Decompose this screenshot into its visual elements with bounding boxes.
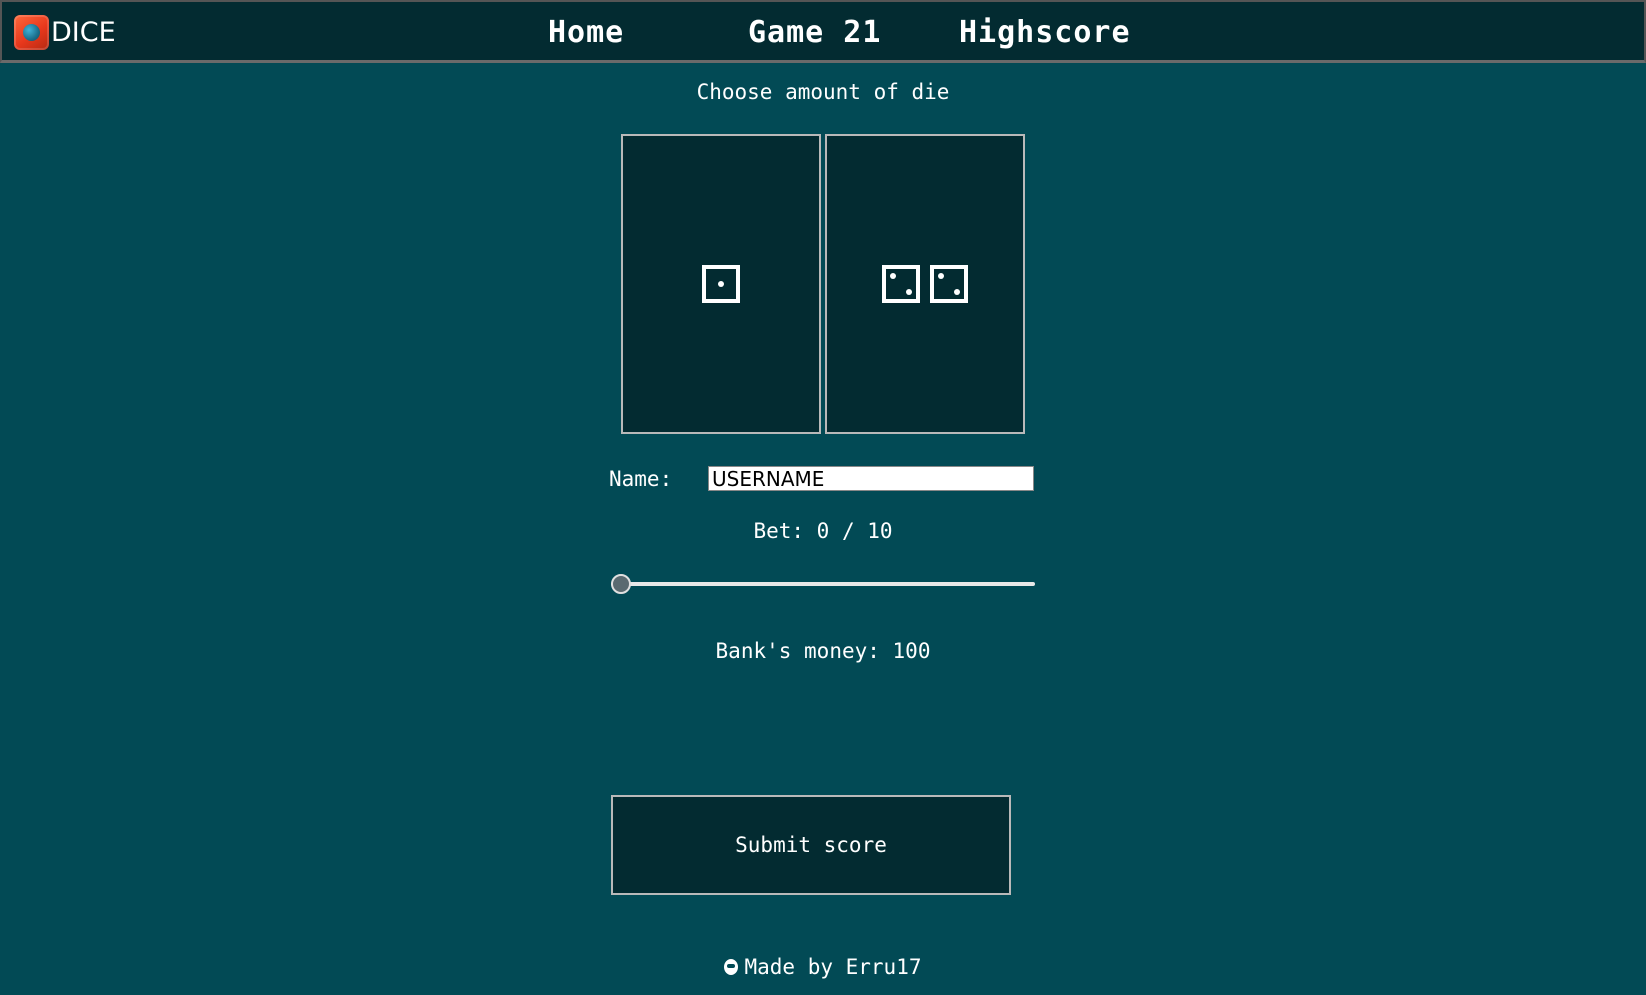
dice-logo-icon bbox=[14, 14, 49, 50]
die-pip bbox=[954, 289, 960, 295]
bet-slider-thumb[interactable] bbox=[611, 574, 631, 594]
page-heading: Choose amount of die bbox=[696, 80, 950, 104]
one-die-option[interactable] bbox=[621, 134, 821, 434]
top-navbar: DICE Home Game 21 Highscore bbox=[0, 0, 1646, 63]
nav-link-home[interactable]: Home bbox=[548, 15, 624, 50]
die-two-icon bbox=[930, 265, 968, 303]
bet-readout: Bet: 0 / 10 bbox=[753, 519, 893, 543]
brand[interactable]: DICE bbox=[14, 14, 116, 50]
die-pip bbox=[906, 289, 912, 295]
submit-score-button[interactable]: Submit score bbox=[611, 795, 1011, 895]
name-input[interactable] bbox=[708, 466, 1034, 491]
name-label: Name: bbox=[609, 466, 673, 491]
logo-pip bbox=[23, 23, 40, 41]
bet-slider[interactable] bbox=[611, 573, 1035, 595]
die-two-icon bbox=[882, 265, 920, 303]
github-icon[interactable] bbox=[724, 959, 739, 975]
footer: Made by Erru17 bbox=[0, 955, 1646, 979]
bank-money: Bank's money: 100 bbox=[715, 639, 931, 663]
two-dice-option[interactable] bbox=[825, 134, 1025, 434]
footer-credit: Made by Erru17 bbox=[744, 955, 922, 979]
brand-name: DICE bbox=[51, 16, 116, 48]
name-row: Name: bbox=[609, 466, 1034, 491]
die-pip bbox=[890, 273, 896, 279]
die-pip bbox=[938, 273, 944, 279]
nav-link-highscore[interactable]: Highscore bbox=[959, 15, 1131, 50]
bet-slider-track[interactable] bbox=[611, 582, 1035, 586]
nav-link-game-21[interactable]: Game 21 bbox=[748, 15, 881, 50]
die-one-icon bbox=[702, 265, 740, 303]
die-pip bbox=[718, 281, 724, 287]
